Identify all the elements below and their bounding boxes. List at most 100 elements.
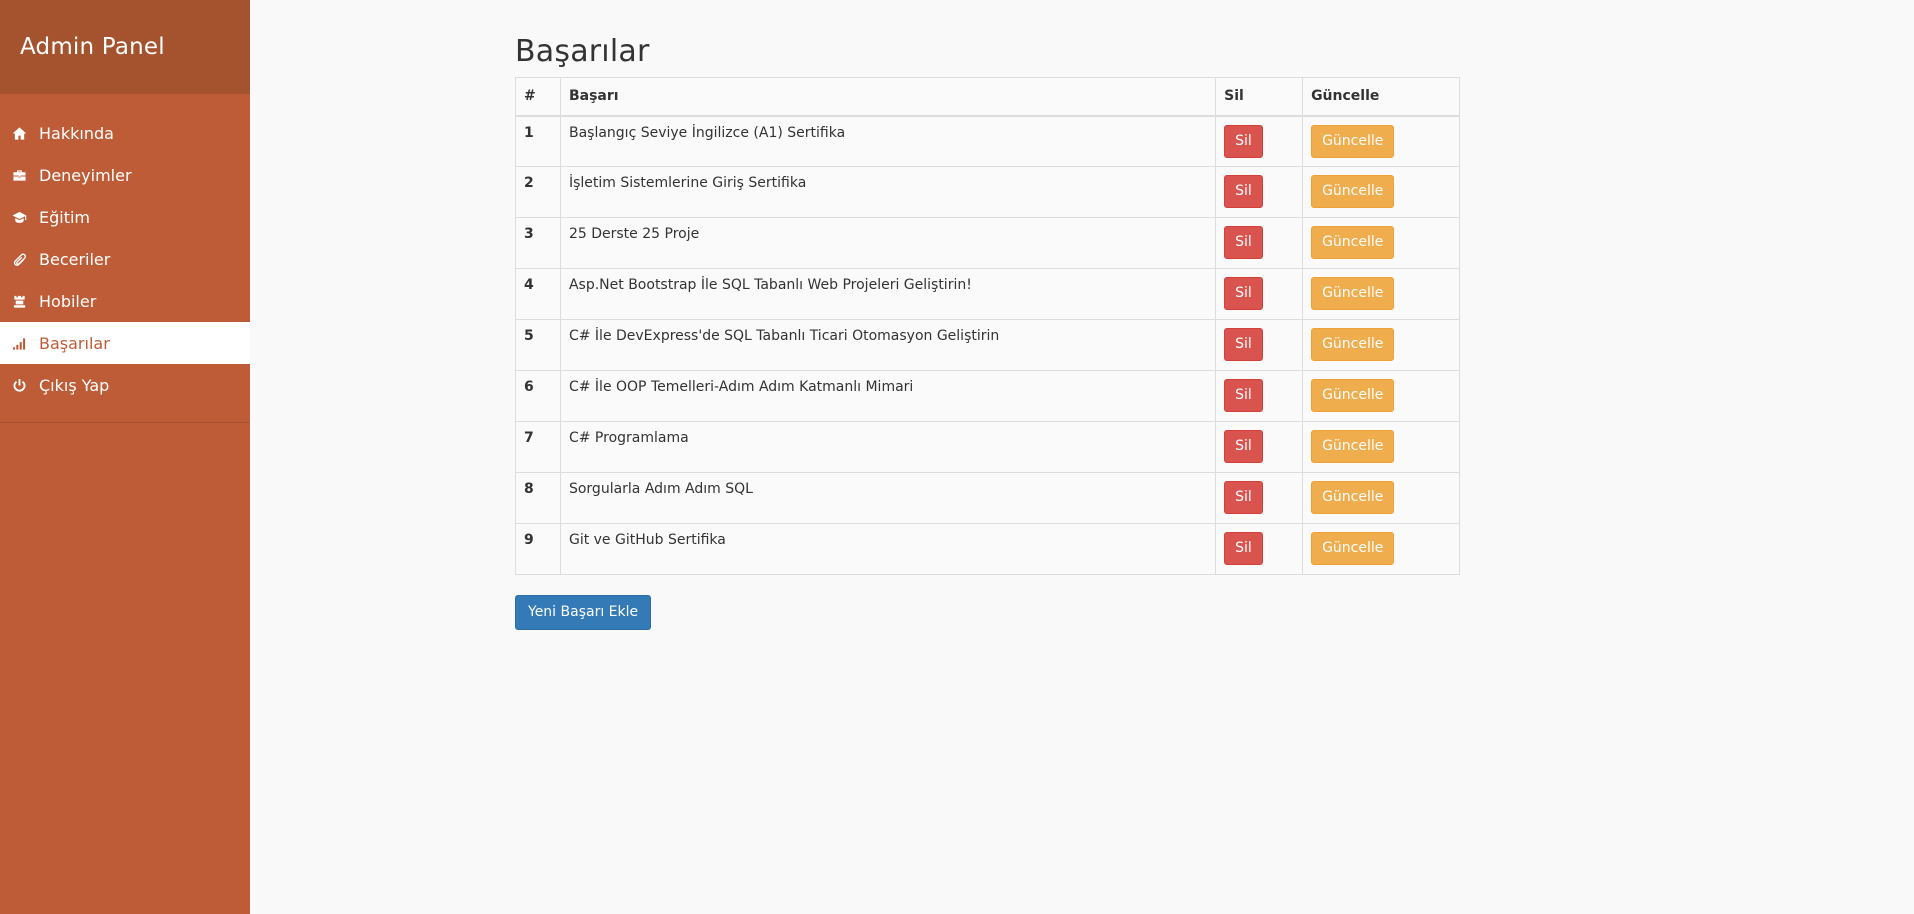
graduation-cap-icon <box>10 208 28 226</box>
update-cell: Güncelle <box>1302 370 1460 422</box>
table-row: 9 Git ve GitHub Sertifika Sil Güncelle <box>515 523 1460 575</box>
row-index: 1 <box>515 115 561 167</box>
sidebar-item-deneyimler[interactable]: Deneyimler <box>0 154 250 196</box>
chess-rook-icon <box>10 292 28 310</box>
delete-cell: Sil <box>1215 268 1304 320</box>
achievement-name: Git ve GitHub Sertifika <box>559 523 1217 575</box>
delete-button[interactable]: Sil <box>1224 124 1263 158</box>
table-row: 7 C# Programlama Sil Güncelle <box>515 421 1460 473</box>
update-button[interactable]: Güncelle <box>1311 175 1395 208</box>
signal-bars-icon <box>10 334 28 352</box>
sidebar-item-label: Beceriler <box>39 249 111 269</box>
delete-cell: Sil <box>1215 166 1304 218</box>
achievement-name: C# Programlama <box>559 421 1217 473</box>
sidebar-title: Admin Panel <box>20 34 165 60</box>
sidebar-item-label: Çıkış Yap <box>39 375 110 395</box>
delete-button[interactable]: Sil <box>1224 226 1263 259</box>
sidebar-item-label: Hobiler <box>39 291 97 311</box>
achievement-name: İşletim Sistemlerine Giriş Sertifika <box>559 166 1217 218</box>
power-icon <box>10 376 28 394</box>
row-index: 7 <box>515 421 561 473</box>
sidebar-item-hakkinda[interactable]: Hakkında <box>0 112 250 154</box>
delete-button[interactable]: Sil <box>1224 532 1263 565</box>
column-header-delete: Sil <box>1215 77 1304 117</box>
achievement-name: Başlangıç Seviye İngilizce (A1) Sertifik… <box>559 115 1217 167</box>
add-button-wrap: Yeni Başarı Ekle <box>515 595 1460 630</box>
achievement-name: Sorgularla Adım Adım SQL <box>559 472 1217 524</box>
update-button[interactable]: Güncelle <box>1311 277 1395 310</box>
update-button[interactable]: Güncelle <box>1311 226 1395 259</box>
table-row: 8 Sorgularla Adım Adım SQL Sil Güncelle <box>515 472 1460 524</box>
main-content: Başarılar # Başarı Sil Güncelle 1 Başlan… <box>515 34 1460 630</box>
table-body: 1 Başlangıç Seviye İngilizce (A1) Sertif… <box>515 115 1460 575</box>
update-cell: Güncelle <box>1302 166 1460 218</box>
briefcase-icon <box>10 166 28 184</box>
row-index: 4 <box>515 268 561 320</box>
table-row: 5 C# İle DevExpress'de SQL Tabanlı Ticar… <box>515 319 1460 371</box>
achievement-name: Asp.Net Bootstrap İle SQL Tabanlı Web Pr… <box>559 268 1217 320</box>
column-header-update: Güncelle <box>1302 77 1460 117</box>
delete-button[interactable]: Sil <box>1224 277 1263 310</box>
achievements-table: # Başarı Sil Güncelle 1 Başlangıç Seviye… <box>515 77 1460 575</box>
sidebar-item-egitim[interactable]: Eğitim <box>0 196 250 238</box>
update-button[interactable]: Güncelle <box>1311 124 1395 158</box>
update-cell: Güncelle <box>1302 115 1460 167</box>
achievement-name: 25 Derste 25 Proje <box>559 217 1217 269</box>
update-button[interactable]: Güncelle <box>1311 379 1395 412</box>
update-button[interactable]: Güncelle <box>1311 532 1395 565</box>
update-button[interactable]: Güncelle <box>1311 328 1395 361</box>
update-cell: Güncelle <box>1302 523 1460 575</box>
update-cell: Güncelle <box>1302 319 1460 371</box>
sidebar-item-label: Hakkında <box>39 123 114 143</box>
delete-cell: Sil <box>1215 523 1304 575</box>
sidebar-item-cikis-yap[interactable]: Çıkış Yap <box>0 364 250 406</box>
row-index: 9 <box>515 523 561 575</box>
delete-button[interactable]: Sil <box>1224 430 1263 463</box>
home-icon <box>10 124 28 142</box>
sidebar-item-hobiler[interactable]: Hobiler <box>0 280 250 322</box>
update-cell: Güncelle <box>1302 472 1460 524</box>
sidebar-item-label: Başarılar <box>39 333 110 353</box>
sidebar-item-basarilar[interactable]: Başarılar <box>0 322 250 364</box>
update-cell: Güncelle <box>1302 421 1460 473</box>
update-button[interactable]: Güncelle <box>1311 481 1395 514</box>
column-header-achievement: Başarı <box>559 77 1217 117</box>
delete-cell: Sil <box>1215 370 1304 422</box>
add-achievement-button[interactable]: Yeni Başarı Ekle <box>515 595 652 630</box>
achievement-name: C# İle OOP Temelleri-Adım Adım Katmanlı … <box>559 370 1217 422</box>
table-row: 6 C# İle OOP Temelleri-Adım Adım Katmanl… <box>515 370 1460 422</box>
delete-cell: Sil <box>1215 115 1304 167</box>
table-header: # Başarı Sil Güncelle <box>515 77 1460 117</box>
table-header-row: # Başarı Sil Güncelle <box>515 77 1460 117</box>
achievement-name: C# İle DevExpress'de SQL Tabanlı Ticari … <box>559 319 1217 371</box>
row-index: 2 <box>515 166 561 218</box>
paperclip-icon <box>10 250 28 268</box>
delete-cell: Sil <box>1215 217 1304 269</box>
table-row: 2 İşletim Sistemlerine Giriş Sertifika S… <box>515 166 1460 218</box>
delete-button[interactable]: Sil <box>1224 379 1263 412</box>
update-cell: Güncelle <box>1302 268 1460 320</box>
row-index: 5 <box>515 319 561 371</box>
table-row: 3 25 Derste 25 Proje Sil Güncelle <box>515 217 1460 269</box>
row-index: 8 <box>515 472 561 524</box>
sidebar-item-beceriler[interactable]: Beceriler <box>0 238 250 280</box>
row-index: 3 <box>515 217 561 269</box>
delete-cell: Sil <box>1215 319 1304 371</box>
column-header-index: # <box>515 77 561 117</box>
delete-cell: Sil <box>1215 472 1304 524</box>
sidebar-nav: Hakkında Deneyimler Eğitim Beceriler Hob… <box>0 94 250 423</box>
page-title: Başarılar <box>515 34 650 69</box>
sidebar-item-label: Deneyimler <box>39 165 132 185</box>
update-cell: Güncelle <box>1302 217 1460 269</box>
sidebar: Admin Panel Hakkında Deneyimler Eğitim B… <box>0 0 250 914</box>
sidebar-header: Admin Panel <box>0 0 250 94</box>
table-row: 4 Asp.Net Bootstrap İle SQL Tabanlı Web … <box>515 268 1460 320</box>
row-index: 6 <box>515 370 561 422</box>
update-button[interactable]: Güncelle <box>1311 430 1395 463</box>
sidebar-item-label: Eğitim <box>39 207 91 227</box>
table-row: 1 Başlangıç Seviye İngilizce (A1) Sertif… <box>515 115 1460 167</box>
delete-cell: Sil <box>1215 421 1304 473</box>
delete-button[interactable]: Sil <box>1224 175 1263 208</box>
delete-button[interactable]: Sil <box>1224 481 1263 514</box>
delete-button[interactable]: Sil <box>1224 328 1263 361</box>
